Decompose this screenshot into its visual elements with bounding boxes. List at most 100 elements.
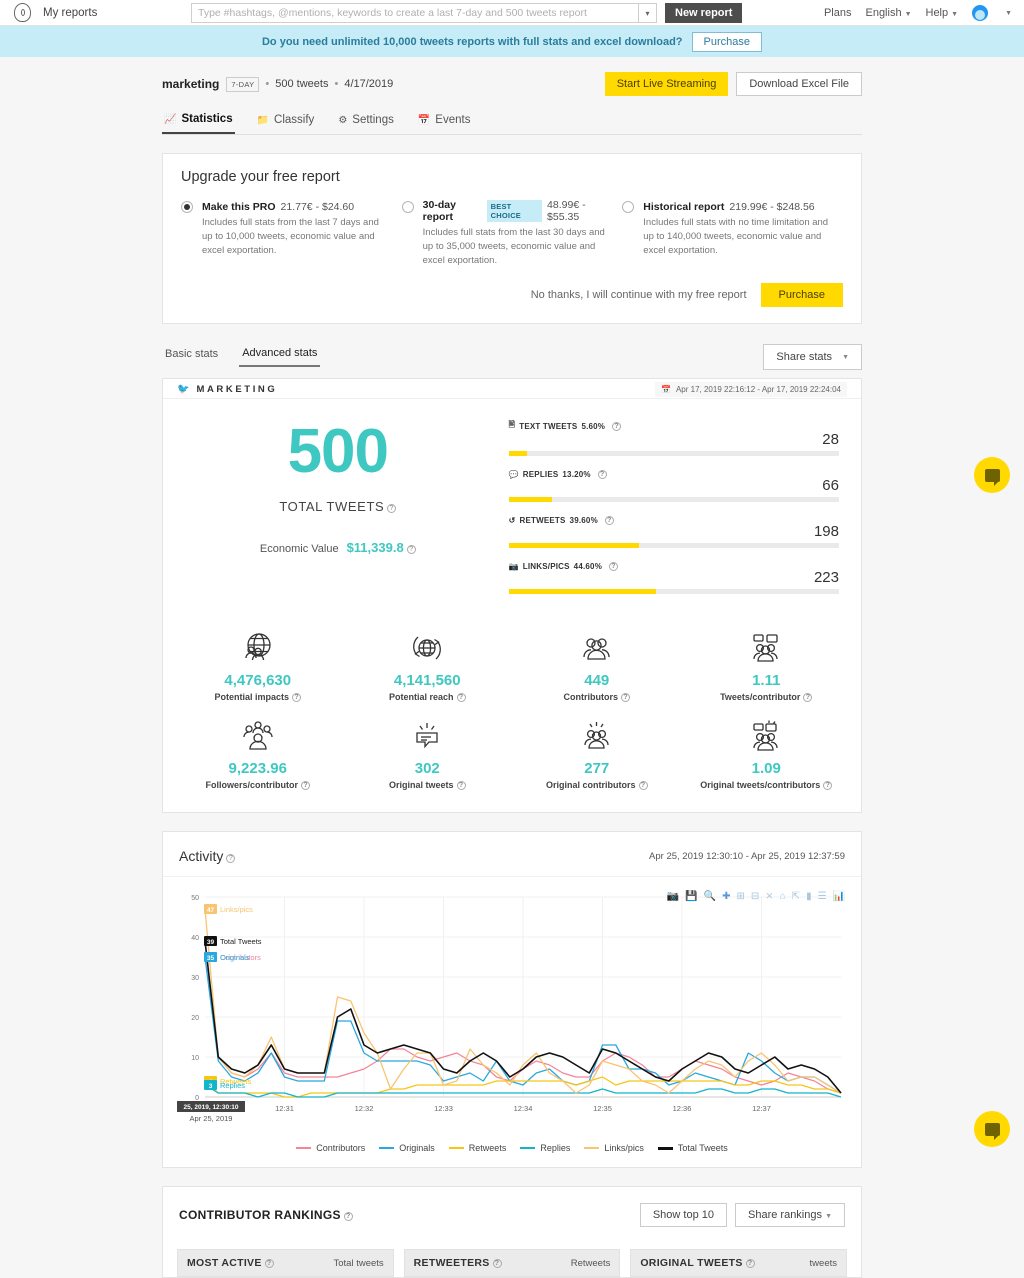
people-chat-burst-icon — [686, 716, 848, 756]
help-icon[interactable]: ? — [387, 504, 397, 514]
tab-advanced-stats[interactable]: Advanced stats — [239, 347, 321, 368]
plan-title: 30-day report — [422, 199, 456, 223]
account-chevron-down-icon[interactable]: ▼ — [1005, 10, 1012, 17]
spike-lines-icon[interactable]: ⇱ — [792, 891, 800, 902]
download-excel-button[interactable]: Download Excel File — [736, 72, 862, 96]
activity-chart[interactable]: 📷 💾 🔍 ✚ ⊞ ⊟ ⨯ ⌂ ⇱ ▮ ☰ 📊 0 10 20 30 40 50 12:31… — [163, 877, 861, 1139]
chevron-down-icon: ▼ — [904, 11, 912, 18]
tab-basic-stats[interactable]: Basic stats — [162, 348, 221, 366]
metric-value: 302 — [414, 760, 440, 778]
camera-icon[interactable]: 📷 — [667, 891, 679, 902]
plan-radio-historical[interactable] — [622, 201, 635, 213]
tab-statistics[interactable]: 📈 Statistics — [162, 113, 235, 134]
help-icon[interactable]: ? — [612, 421, 622, 431]
help-icon[interactable]: ? — [456, 781, 466, 791]
metric-tweets-per-contributor: 1.11 Tweets/contributor? — [682, 620, 852, 708]
help-icon[interactable]: ? — [638, 781, 648, 791]
metric-value: 1.09 — [751, 760, 781, 778]
plan-description: Includes full stats from the last 30 day… — [422, 227, 605, 266]
help-icon[interactable]: ? — [292, 693, 302, 703]
report-period-badge: 7-DAY — [226, 76, 260, 92]
help-icon[interactable]: ? — [343, 1212, 353, 1222]
help-icon[interactable]: ? — [492, 1259, 502, 1269]
separator-dot: • — [265, 78, 270, 90]
report-actions: Start Live Streaming Download Excel File — [604, 72, 862, 96]
show-top-10-button[interactable]: Show top 10 — [639, 1203, 727, 1228]
ranking-column-most-active: MOST ACTIVE? Total tweets — [177, 1249, 394, 1278]
bar-retweets: ↺ RETWEETS 39.60%? 198 — [508, 516, 839, 549]
metric-followers-per-contributor: 9,223.96 Followers/contributor? — [173, 708, 343, 796]
share-rankings-button[interactable]: Share rankings ▼ — [735, 1203, 845, 1228]
metric-value: 1.11 — [752, 672, 781, 690]
ranking-column-header: MOST ACTIVE? Total tweets — [178, 1250, 393, 1277]
total-tweets-value: 500 — [287, 417, 389, 487]
summary-hashtag: MARKETING — [196, 384, 278, 396]
help-icon[interactable]: ? — [597, 470, 607, 480]
help-menu[interactable]: Help ▼ — [926, 7, 959, 19]
start-live-streaming-button[interactable]: Start Live Streaming — [604, 72, 729, 96]
metrics-grid: 4,476,630 Potential impacts? 4,141,560 P… — [163, 612, 861, 812]
activity-line-chart: 0 10 20 30 40 50 12:31 12:32 12:33 12:34 12:35 12:3… — [177, 895, 842, 1123]
tab-classify[interactable]: 📁 Classify — [255, 113, 317, 134]
help-icon[interactable]: ? — [264, 1259, 274, 1269]
ranking-column-retweeters: RETWEETERS? Retweets — [403, 1249, 621, 1278]
hover-closest-icon[interactable]: ☰ — [818, 891, 827, 902]
nav-right-group: Plans English ▼ Help ▼ ▼ — [824, 0, 1012, 26]
pan-icon[interactable]: ✚ — [722, 891, 730, 902]
reset-axes-icon[interactable]: ⌂ — [780, 891, 786, 902]
my-reports-link[interactable]: My reports — [43, 7, 97, 19]
calendar-icon: 📅 — [661, 385, 671, 395]
tab-settings[interactable]: ⚙ Settings — [336, 113, 396, 134]
help-icon[interactable]: ? — [406, 545, 416, 555]
share-stats-button[interactable]: Share stats ▼ — [763, 344, 862, 371]
zoom-icon[interactable]: 🔍 — [704, 891, 716, 902]
search-input[interactable]: Type #hashtags, @mentions, keywords to c… — [191, 3, 639, 23]
avatar[interactable] — [972, 5, 989, 21]
plan-radio-30-day[interactable] — [401, 201, 414, 213]
help-icon[interactable]: ? — [456, 693, 466, 703]
metric-value: 449 — [584, 672, 610, 690]
help-icon[interactable]: ? — [226, 854, 236, 864]
zoom-in-icon[interactable]: ⊞ — [736, 891, 744, 902]
upgrade-purchase-button[interactable]: Purchase — [760, 283, 843, 308]
no-thanks-link[interactable]: No thanks, I will continue with my free … — [531, 289, 747, 301]
help-icon[interactable]: ? — [823, 781, 833, 791]
people-icon — [516, 628, 678, 668]
retweet-icon: ↺ — [508, 516, 516, 526]
plan-radio-pro[interactable] — [181, 201, 193, 213]
new-report-button[interactable]: New report — [665, 3, 743, 23]
plan-30-day-report[interactable]: 30-day report BEST CHOICE 48.99€ - $55.35 … — [401, 199, 623, 267]
save-icon[interactable]: 💾 — [685, 891, 697, 902]
chat-launcher-top[interactable] — [974, 457, 1010, 493]
tab-events[interactable]: 📅 Events — [416, 113, 473, 134]
best-choice-badge: BEST CHOICE — [486, 200, 543, 222]
help-icon[interactable]: ? — [803, 693, 813, 703]
search-area: Type #hashtags, @mentions, keywords to c… — [191, 3, 743, 23]
reply-icon: 💬 — [508, 470, 519, 480]
svg-text:12:31: 12:31 — [275, 1104, 294, 1113]
hover-compare-icon[interactable]: ▮ — [806, 891, 812, 902]
plan-historical-report[interactable]: Historical report 219.99€ - $248.56 Inclu… — [622, 199, 843, 267]
metric-contributors: 449 Contributors? — [512, 620, 682, 708]
zoom-out-icon[interactable]: ⊟ — [751, 891, 759, 902]
plan-price: 48.99€ - $55.35 — [547, 199, 586, 223]
plan-make-this-pro[interactable]: Make this PRO 21.77€ - $24.60 Includes fu… — [181, 199, 402, 267]
help-icon[interactable]: ? — [745, 1259, 755, 1269]
svg-text:12:36: 12:36 — [673, 1104, 692, 1113]
bar-replies: 💬 REPLIES 13.20%? 66 — [508, 470, 839, 503]
search-dropdown-chevron-down-icon[interactable]: ▾ — [639, 3, 657, 23]
help-icon[interactable]: ? — [621, 693, 630, 703]
autoscale-icon[interactable]: ⨯ — [765, 891, 773, 902]
help-icon[interactable]: ? — [301, 781, 310, 791]
plotly-logo-icon[interactable]: 📊 — [833, 891, 845, 902]
metric-label: Original contributors? — [516, 780, 678, 791]
plans-link[interactable]: Plans — [824, 7, 852, 19]
language-selector[interactable]: English ▼ — [865, 7, 911, 19]
summary-body: 500 TOTAL TWEETS? Economic Value $11,339.… — [163, 399, 861, 612]
metric-label: Followers/contributor? — [177, 780, 339, 791]
chat-launcher-bottom[interactable] — [974, 1111, 1010, 1147]
promo-purchase-button[interactable]: Purchase — [691, 31, 762, 52]
app-logo-icon[interactable] — [14, 3, 31, 22]
metric-label: Original tweets? — [347, 780, 509, 791]
svg-text:40: 40 — [191, 935, 199, 942]
